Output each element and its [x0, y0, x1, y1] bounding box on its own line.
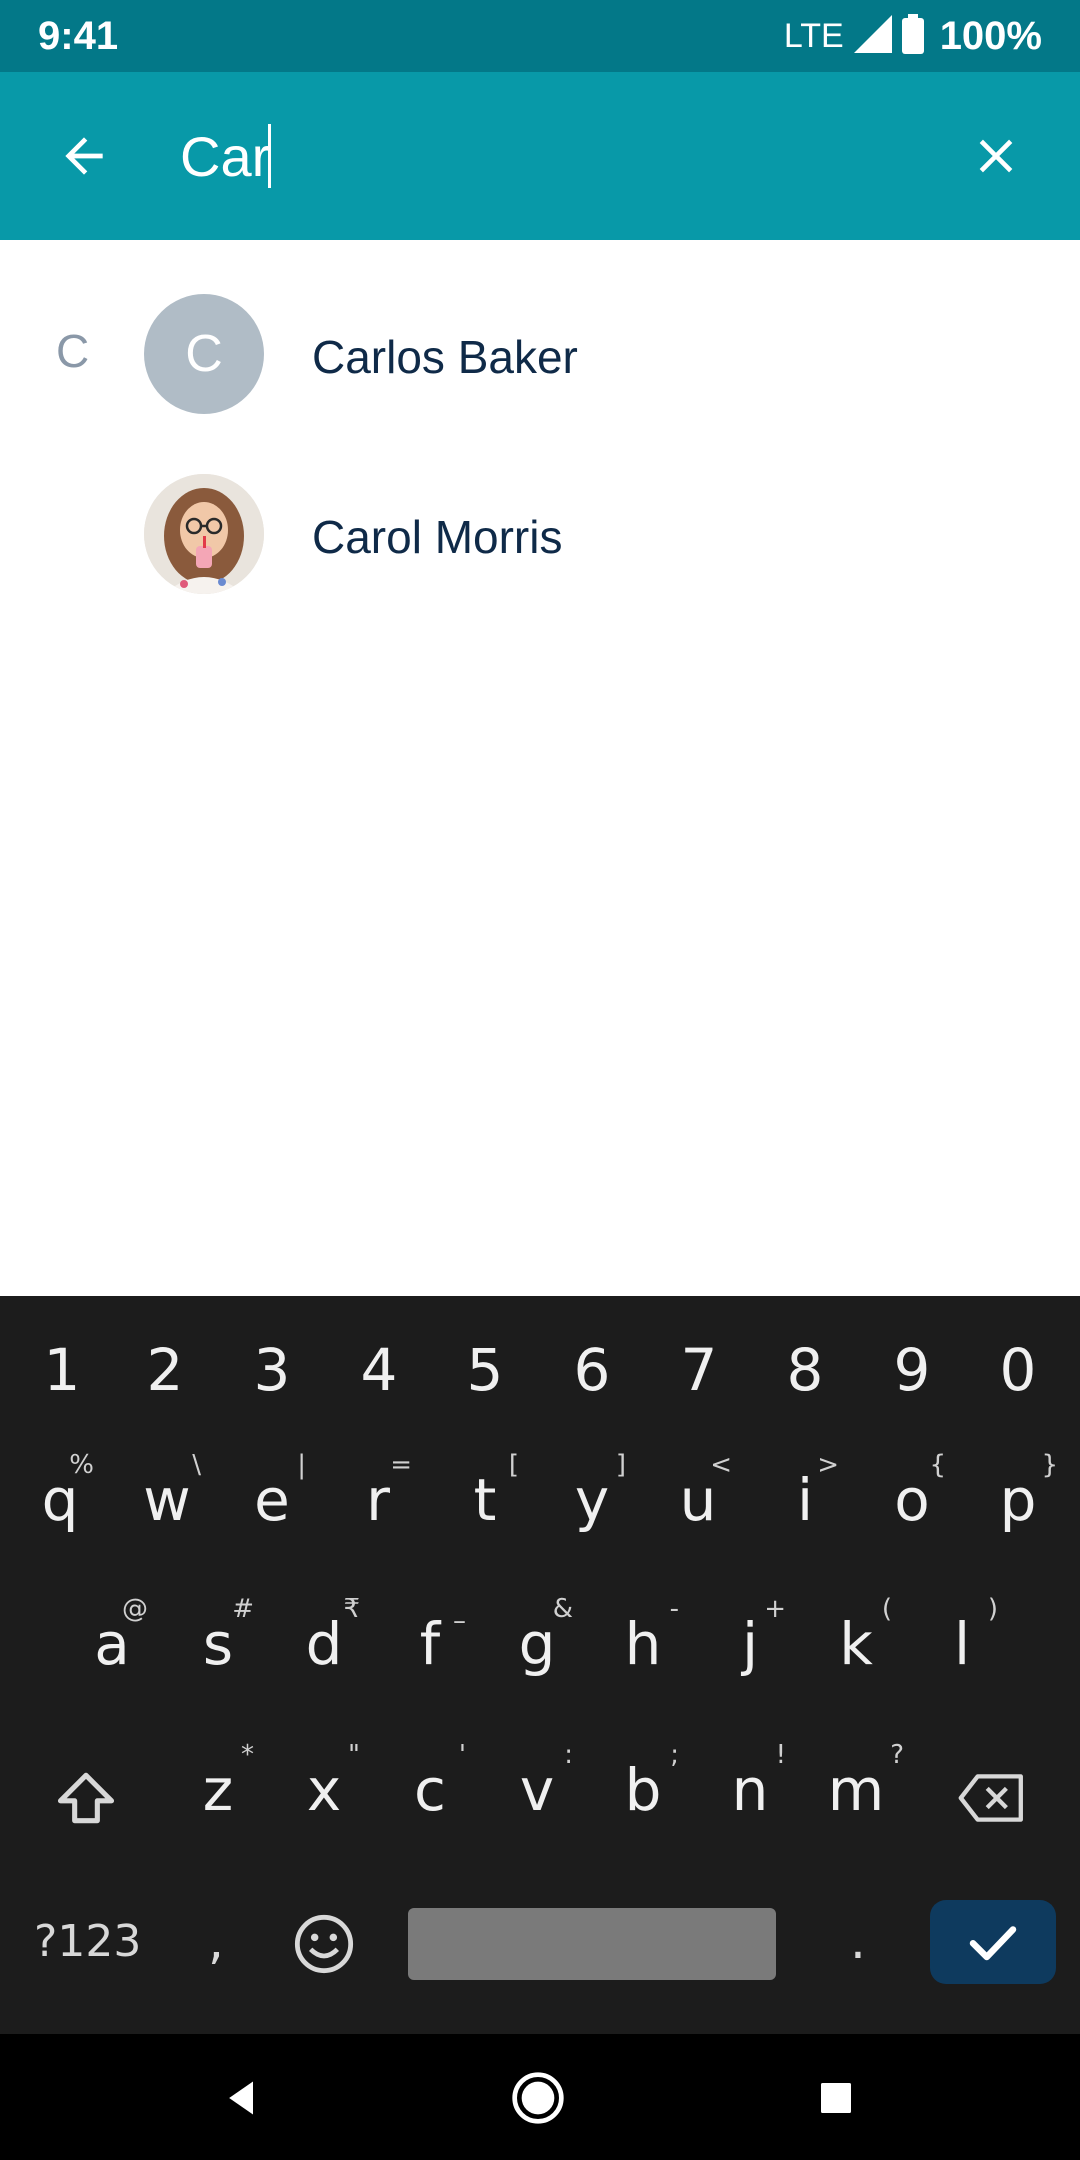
key-4[interactable]: 4 [341, 1336, 417, 1404]
list-item[interactable]: Carol Morris [0, 420, 1080, 600]
key-u[interactable]: u < [658, 1450, 738, 1534]
battery-icon [901, 13, 924, 59]
avatar-photo [144, 474, 264, 594]
key-0[interactable]: 0 [980, 1336, 1056, 1404]
key-3[interactable]: 3 [234, 1336, 310, 1404]
symbols-key[interactable]: ?123 [34, 1916, 141, 1967]
triangle-back-icon [229, 2081, 253, 2115]
emoji-icon [294, 1914, 354, 1974]
period-key[interactable]: . [850, 1912, 866, 1970]
search-app-bar [0, 72, 1080, 240]
key-1[interactable]: 1 [24, 1336, 100, 1404]
key-f[interactable]: f – [390, 1606, 470, 1678]
avatar-letter: C [185, 325, 223, 383]
search-field-wrap [180, 112, 780, 200]
key-g[interactable]: g & [497, 1594, 577, 1678]
nav-home-button[interactable] [502, 2062, 574, 2134]
signal-icon [853, 14, 892, 58]
key-2[interactable]: 2 [127, 1336, 203, 1404]
back-button[interactable] [40, 112, 128, 200]
status-bar: 9:41 LTE 100% [0, 0, 1080, 72]
backspace-key[interactable] [956, 1768, 1028, 1828]
key-q[interactable]: q% [20, 1450, 100, 1534]
backspace-icon [958, 1774, 1023, 1822]
key-a[interactable]: a @ [72, 1594, 152, 1678]
key-9[interactable]: 9 [874, 1336, 950, 1404]
enter-key[interactable] [930, 1900, 1056, 1984]
nav-back-button[interactable] [206, 2062, 278, 2134]
key-6[interactable]: 6 [554, 1336, 630, 1404]
shift-key[interactable] [52, 1764, 120, 1832]
key-8[interactable]: 8 [767, 1336, 843, 1404]
status-time: 9:41 [38, 14, 119, 58]
avatar: C [144, 294, 264, 414]
key-n[interactable]: n! [710, 1740, 790, 1824]
square-recents-icon [821, 2083, 851, 2113]
key-h[interactable]: h- [603, 1594, 683, 1678]
contact-results-list: C C Carlos Baker Carol Morris [0, 240, 1080, 600]
key-m[interactable]: m? [816, 1740, 904, 1824]
key-i[interactable]: i > [765, 1450, 845, 1534]
soft-keyboard: 1 2 3 4 5 6 7 8 9 0 q% w \ e | r = t[ y] u <… [0, 1296, 1080, 2034]
key-k[interactable]: k( [816, 1594, 896, 1678]
network-type: LTE [783, 16, 844, 55]
key-o[interactable]: o{ [872, 1450, 952, 1534]
clear-search-button[interactable] [952, 112, 1040, 200]
battery-level: 100% [939, 13, 1042, 58]
contact-name: Carlos Baker [312, 331, 578, 383]
circle-home-icon [512, 2072, 564, 2124]
space-key[interactable] [408, 1908, 776, 1980]
contact-name: Carol Morris [312, 511, 563, 563]
system-nav-bar [0, 2034, 1080, 2160]
key-j[interactable]: j + [710, 1594, 790, 1678]
section-index-letter: C [56, 325, 90, 377]
arrow-left-icon [65, 137, 103, 175]
key-e[interactable]: e | [232, 1450, 312, 1534]
key-t[interactable]: t[ [445, 1450, 525, 1534]
key-w[interactable]: w \ [127, 1450, 207, 1534]
status-indicators: LTE 100% [784, 0, 1042, 72]
list-item[interactable]: C C Carlos Baker [0, 240, 1080, 420]
key-5[interactable]: 5 [447, 1336, 523, 1404]
key-7[interactable]: 7 [661, 1336, 737, 1404]
key-r[interactable]: r = [338, 1450, 418, 1534]
text-caret [268, 124, 271, 188]
key-l[interactable]: l) [922, 1594, 1002, 1678]
key-y[interactable]: y] [552, 1450, 632, 1534]
key-c[interactable]: c ' [390, 1740, 470, 1824]
check-icon [969, 1926, 1017, 1961]
key-b[interactable]: b; [603, 1740, 683, 1824]
comma-key[interactable]: , [208, 1912, 224, 1970]
emoji-key[interactable] [292, 1912, 356, 1976]
key-z[interactable]: z * [178, 1740, 258, 1824]
nav-recents-button[interactable] [800, 2062, 872, 2134]
avatar [144, 474, 264, 594]
key-x[interactable]: x " [284, 1740, 364, 1824]
shift-icon [57, 1772, 115, 1824]
key-v[interactable]: v: [497, 1740, 577, 1824]
key-s[interactable]: s # [178, 1594, 258, 1678]
key-d[interactable]: d ₹ [284, 1594, 364, 1678]
key-p[interactable]: p} [978, 1450, 1058, 1534]
close-icon [979, 139, 1013, 173]
